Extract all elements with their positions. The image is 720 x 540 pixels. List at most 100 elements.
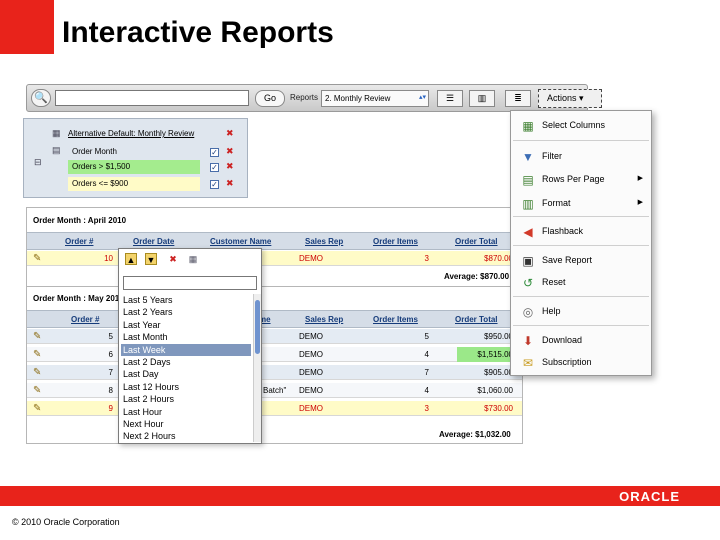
column-filter-menu: ▲ ▼ ✖ ▦ Last 5 Years Last 2 Years Last Y… bbox=[118, 248, 262, 444]
header-order-items[interactable]: Order Items bbox=[373, 237, 418, 246]
group-title-april: Order Month : April 2010 bbox=[33, 216, 127, 225]
brand-red-block bbox=[0, 0, 54, 54]
cell-sales-rep: DEMO bbox=[299, 386, 323, 395]
list-item[interactable]: Last 2 Days bbox=[121, 356, 251, 368]
edit-icon[interactable]: ✎ bbox=[33, 403, 41, 414]
table-row[interactable]: ✎ 6 DEMO 4 $1,515.00 bbox=[27, 347, 522, 362]
menu-item-select-columns[interactable]: ▦ Select Columns bbox=[511, 116, 651, 136]
header-customer-name[interactable]: Customer Name bbox=[210, 237, 271, 246]
icon-view-button[interactable]: ☰ bbox=[437, 90, 463, 107]
menu-item-reset[interactable]: ↺ Reset bbox=[511, 273, 651, 293]
search-input[interactable] bbox=[55, 90, 249, 106]
menu-separator bbox=[513, 325, 649, 326]
menu-item-label: Save Report bbox=[542, 255, 593, 265]
table-row[interactable]: ✎ 9 DEMO 3 $730.00 bbox=[27, 401, 522, 416]
delete-icon[interactable]: ✖ bbox=[226, 178, 234, 189]
footer-bar: ORACLE bbox=[0, 486, 720, 506]
header-order-date[interactable]: Order Date bbox=[133, 237, 174, 246]
control-break-icon: ▤ bbox=[52, 145, 61, 155]
control-break-icon[interactable]: ▦ bbox=[187, 253, 199, 265]
list-item[interactable]: Last Day bbox=[121, 368, 251, 380]
reset-icon: ↺ bbox=[522, 276, 534, 290]
list-item[interactable]: Next Hour bbox=[121, 418, 251, 430]
oracle-logo: ORACLE bbox=[619, 489, 680, 504]
delete-icon[interactable]: ✖ bbox=[226, 146, 234, 157]
table-row[interactable]: ✎ 7 DEMO 7 $905.00 bbox=[27, 365, 522, 380]
sort-descending-icon[interactable]: ▼ bbox=[145, 253, 157, 265]
header-order-number[interactable]: Order # bbox=[71, 315, 99, 324]
header-row: Order # Order Date Customer Name Sales R… bbox=[27, 232, 522, 250]
header-order-total[interactable]: Order Total bbox=[455, 315, 498, 324]
header-sales-rep[interactable]: Sales Rep bbox=[305, 315, 343, 324]
hide-column-icon[interactable]: ✖ bbox=[167, 253, 179, 265]
menu-item-rows-per-page[interactable]: ▤ Rows Per Page ▶ bbox=[511, 170, 651, 190]
filter-row-2[interactable]: Orders <= $900 bbox=[68, 177, 200, 191]
table-row[interactable]: ✎ 10 DEMO 3 $870.00 bbox=[27, 251, 522, 266]
list-item[interactable]: Last 5 Years bbox=[121, 294, 251, 306]
menu-item-help[interactable]: ◎ Help bbox=[511, 302, 651, 322]
list-item[interactable]: Last Month bbox=[121, 331, 251, 343]
list-item[interactable]: Last 2 Years bbox=[121, 306, 251, 318]
cell-order-items: 5 bbox=[424, 332, 429, 341]
detail-view-button[interactable]: ≣ bbox=[505, 90, 531, 107]
header-order-total[interactable]: Order Total bbox=[455, 237, 498, 246]
header-sales-rep[interactable]: Sales Rep bbox=[305, 237, 343, 246]
chart-view-button[interactable]: ▥ bbox=[469, 90, 495, 107]
select-arrows-icon: ▴▾ bbox=[418, 94, 426, 101]
menu-item-flashback[interactable]: ◀ Flashback bbox=[511, 222, 651, 242]
filter-row-1[interactable]: Orders > $1,500 bbox=[68, 160, 200, 174]
scrollbar-thumb[interactable] bbox=[255, 300, 260, 354]
delete-icon[interactable]: ✖ bbox=[226, 128, 234, 139]
cell-order-number: 7 bbox=[108, 368, 113, 377]
column-filter-input[interactable] bbox=[123, 276, 257, 290]
menu-separator bbox=[513, 296, 649, 297]
list-item[interactable]: Next 2 Hours bbox=[121, 430, 251, 442]
filter-1-checkbox[interactable]: ✓ bbox=[210, 163, 219, 172]
save-icon: ▣ bbox=[522, 254, 534, 268]
list-scrollbar[interactable] bbox=[253, 294, 261, 442]
table-row[interactable]: ✎ 8 Batch" DEMO 4 $1,060.00 bbox=[27, 383, 522, 398]
delete-icon[interactable]: ✖ bbox=[226, 161, 234, 172]
list-item[interactable]: Last Year bbox=[121, 319, 251, 331]
list-item-selected[interactable]: Last Week bbox=[121, 343, 251, 356]
table-row[interactable]: ✎ 5 DEMO 5 $950.00 bbox=[27, 329, 522, 344]
search-icon[interactable]: 🔍 bbox=[31, 89, 51, 107]
edit-icon[interactable]: ✎ bbox=[33, 331, 41, 342]
menu-item-subscription[interactable]: ✉ Subscription bbox=[511, 353, 651, 373]
actions-button[interactable]: Actions ▾ bbox=[538, 89, 602, 108]
control-break-checkbox[interactable]: ✓ bbox=[210, 148, 219, 157]
rows-per-page-icon: ▤ bbox=[522, 173, 534, 187]
flashback-icon: ◀ bbox=[523, 225, 533, 239]
menu-item-download[interactable]: ⬇ Download bbox=[511, 331, 651, 351]
menu-item-filter[interactable]: ▼ Filter bbox=[511, 147, 651, 167]
cell-customer-name: Batch" bbox=[263, 386, 287, 395]
group-average: Average: $870.00 bbox=[444, 272, 510, 281]
date-range-list: Last 5 Years Last 2 Years Last Year Last… bbox=[121, 294, 251, 442]
cell-order-number: 8 bbox=[108, 386, 113, 395]
list-item[interactable]: Last 2 Hours bbox=[121, 393, 251, 405]
header-order-items[interactable]: Order Items bbox=[373, 315, 418, 324]
menu-item-save-report[interactable]: ▣ Save Report bbox=[511, 251, 651, 271]
default-report-link[interactable]: Alternative Default: Monthly Review bbox=[64, 127, 198, 141]
group-title-may: Order Month : May 2010 bbox=[33, 294, 124, 303]
header-order-number[interactable]: Order # bbox=[65, 237, 93, 246]
collapse-icon[interactable]: ⊟ bbox=[34, 157, 42, 168]
cell-order-items: 3 bbox=[424, 254, 429, 263]
edit-icon[interactable]: ✎ bbox=[33, 367, 41, 378]
edit-icon[interactable]: ✎ bbox=[33, 253, 41, 264]
go-button[interactable]: Go bbox=[255, 90, 285, 107]
filter-2-checkbox[interactable]: ✓ bbox=[210, 180, 219, 189]
edit-icon[interactable]: ✎ bbox=[33, 385, 41, 396]
list-item[interactable]: Last 12 Hours bbox=[121, 381, 251, 393]
menu-item-format[interactable]: ▥ Format ▶ bbox=[511, 194, 651, 214]
control-break-label[interactable]: Order Month bbox=[68, 145, 121, 159]
edit-icon[interactable]: ✎ bbox=[33, 349, 41, 360]
submenu-arrow-icon: ▶ bbox=[637, 175, 643, 182]
sort-ascending-icon[interactable]: ▲ bbox=[125, 253, 137, 265]
cell-sales-rep: DEMO bbox=[299, 254, 323, 263]
subscription-icon: ✉ bbox=[522, 356, 534, 370]
reports-select[interactable]: 2. Monthly Review ▴▾ bbox=[321, 90, 429, 107]
reports-select-value: 2. Monthly Review bbox=[325, 94, 391, 103]
menu-item-label: Download bbox=[542, 335, 583, 345]
list-item[interactable]: Last Hour bbox=[121, 406, 251, 418]
